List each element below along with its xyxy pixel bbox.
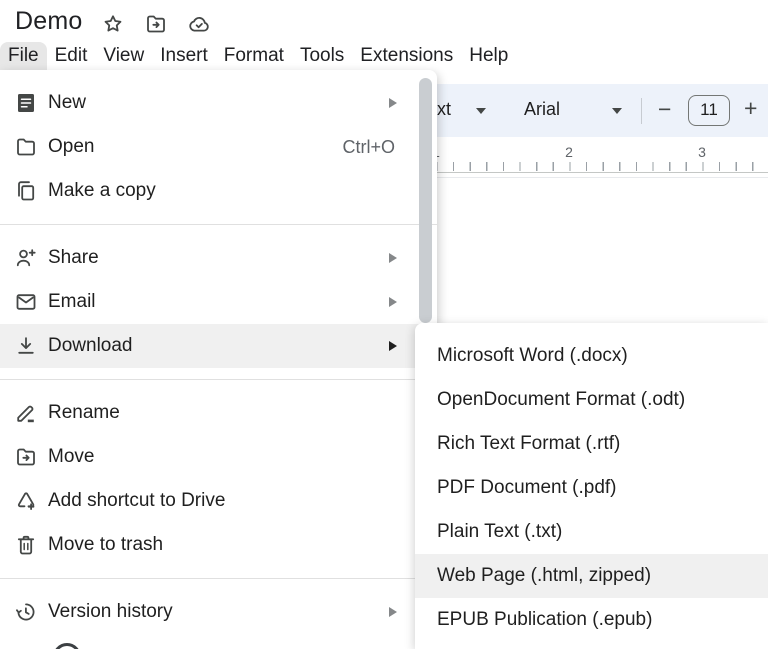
- menu-item-label: Make a copy: [48, 180, 156, 202]
- menu-view[interactable]: View: [95, 42, 152, 70]
- ruler-mark-3: 3: [695, 144, 709, 160]
- submenu-item-odt[interactable]: OpenDocument Format (.odt): [415, 378, 768, 422]
- menu-item-label: Move: [48, 446, 94, 468]
- keyboard-shortcut: Ctrl+O: [342, 137, 395, 158]
- download-icon: [14, 334, 38, 358]
- font-family-selector[interactable]: Arial: [524, 99, 560, 120]
- submenu-arrow-icon: [389, 607, 397, 617]
- menu-format[interactable]: Format: [216, 42, 292, 70]
- menu-item-move[interactable]: Move: [0, 435, 437, 479]
- menu-item-label: Move to trash: [48, 534, 163, 556]
- menu-scrollbar[interactable]: [419, 78, 432, 323]
- trash-icon: [14, 533, 38, 557]
- menu-item-label: New: [48, 92, 86, 114]
- person-add-icon: [14, 246, 38, 270]
- file-menu: New Open Ctrl+O Make a copy Share: [0, 70, 437, 649]
- pencil-icon: [14, 401, 38, 425]
- toolbar-divider: [641, 98, 642, 124]
- menu-divider: [0, 379, 437, 380]
- menu-item-label: Version history: [48, 601, 173, 623]
- ruler-ticks: [421, 162, 768, 171]
- history-icon: [14, 600, 38, 624]
- menu-extensions[interactable]: Extensions: [352, 42, 461, 70]
- menubar: File Edit View Insert Format Tools Exten…: [0, 42, 516, 70]
- submenu-item-txt[interactable]: Plain Text (.txt): [415, 510, 768, 554]
- menu-file[interactable]: File: [0, 42, 47, 70]
- submenu-arrow-icon: [389, 297, 397, 307]
- new-document-icon: [14, 91, 38, 115]
- menu-item-open[interactable]: Open Ctrl+O: [0, 125, 437, 169]
- offline-icon: [53, 643, 81, 649]
- menu-item-add-shortcut-to-drive[interactable]: Add shortcut to Drive: [0, 479, 437, 523]
- move-folder-icon: [14, 445, 38, 469]
- menu-item-make-a-copy[interactable]: Make a copy: [0, 169, 437, 213]
- menu-item-label: Rename: [48, 402, 120, 424]
- mail-icon: [14, 290, 38, 314]
- google-docs-window: Demo File Edit View Insert Format Tools …: [0, 0, 768, 649]
- increase-font-size-button[interactable]: +: [744, 97, 757, 120]
- menu-help[interactable]: Help: [461, 42, 516, 70]
- menu-insert[interactable]: Insert: [152, 42, 216, 70]
- chevron-down-icon[interactable]: [476, 108, 486, 114]
- copy-icon: [14, 179, 38, 203]
- menu-item-share[interactable]: Share: [0, 236, 437, 280]
- submenu-item-html-zipped[interactable]: Web Page (.html, zipped): [415, 554, 768, 598]
- menu-tools[interactable]: Tools: [292, 42, 352, 70]
- menu-item-move-to-trash[interactable]: Move to trash: [0, 523, 437, 567]
- menu-item-version-history[interactable]: Version history: [0, 590, 437, 634]
- submenu-arrow-icon: [389, 341, 397, 351]
- submenu-arrow-icon: [389, 253, 397, 263]
- decrease-font-size-button[interactable]: −: [658, 98, 671, 121]
- menu-item-label: Download: [48, 335, 133, 357]
- menu-item-rename[interactable]: Rename: [0, 391, 437, 435]
- download-submenu: Microsoft Word (.docx) OpenDocument Form…: [415, 323, 768, 649]
- document-title[interactable]: Demo: [15, 7, 83, 36]
- menu-item-new[interactable]: New: [0, 81, 437, 125]
- menu-divider: [0, 224, 437, 225]
- font-size-input[interactable]: 11: [688, 95, 730, 126]
- cloud-check-icon[interactable]: [187, 12, 211, 36]
- paragraph-style-selector[interactable]: xt: [437, 99, 451, 120]
- submenu-item-epub[interactable]: EPUB Publication (.epub): [415, 598, 768, 642]
- document-page-edge: [437, 177, 768, 178]
- submenu-item-docx[interactable]: Microsoft Word (.docx): [415, 334, 768, 378]
- menu-edit[interactable]: Edit: [47, 42, 96, 70]
- menu-item-email[interactable]: Email: [0, 280, 437, 324]
- ruler-mark-2: 2: [562, 144, 576, 160]
- menu-item-label: Open: [48, 136, 94, 158]
- star-icon[interactable]: [101, 12, 125, 36]
- menu-item-download[interactable]: Download: [0, 324, 437, 368]
- folder-icon: [14, 135, 38, 159]
- chevron-down-icon[interactable]: [612, 108, 622, 114]
- menu-divider: [0, 578, 437, 579]
- menu-item-label: Share: [48, 247, 99, 269]
- submenu-item-rtf[interactable]: Rich Text Format (.rtf): [415, 422, 768, 466]
- menu-item-label: Email: [48, 291, 96, 313]
- move-folder-icon[interactable]: [144, 12, 168, 36]
- drive-add-icon: [14, 489, 38, 513]
- submenu-item-pdf[interactable]: PDF Document (.pdf): [415, 466, 768, 510]
- menu-item-label: Add shortcut to Drive: [48, 490, 225, 512]
- submenu-arrow-icon: [389, 98, 397, 108]
